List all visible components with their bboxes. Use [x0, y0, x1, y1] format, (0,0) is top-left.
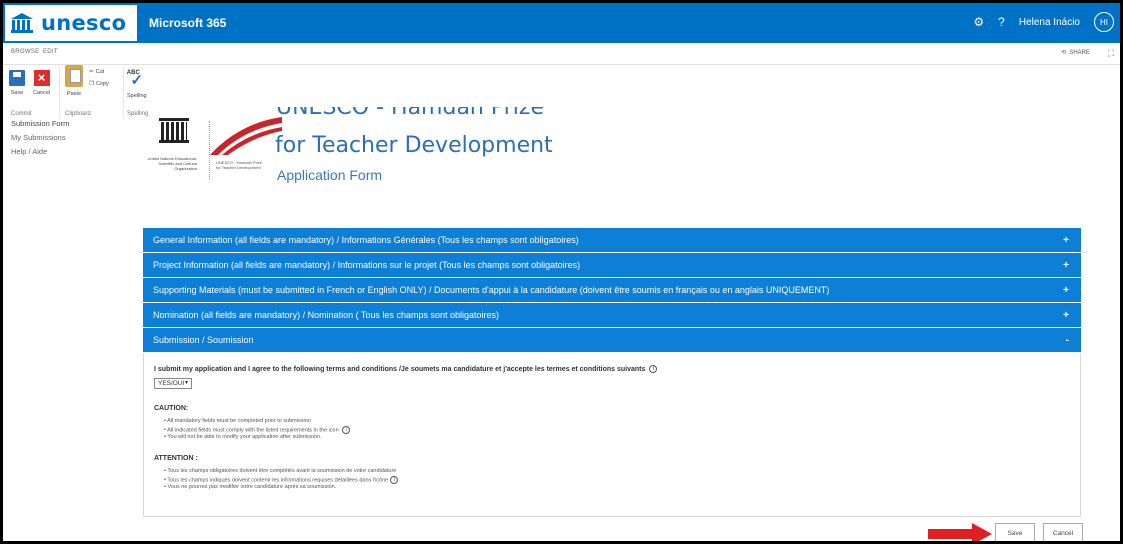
hamdan-prize-logo	[210, 117, 282, 155]
spelling-button[interactable]: ✓ ABC Spelling	[127, 70, 147, 99]
tab-browse[interactable]: BROWSE	[11, 49, 39, 55]
section-label: Nomination (all fields are mandatory) / …	[153, 310, 499, 320]
section-label: Project Information (all fields are mand…	[153, 260, 581, 270]
prize-title-top-text: UNESCO - Hamdan Prize	[276, 107, 544, 120]
cut-icon: ✂	[89, 69, 94, 75]
spelling-abc-text: ABC	[126, 70, 140, 76]
copy-label: Copy	[95, 81, 109, 87]
cut-label: Cut	[95, 69, 105, 75]
nav-item-my-submissions[interactable]: My Submissions	[11, 133, 131, 142]
cancel-ribbon-button[interactable]: × Cancel	[33, 70, 50, 96]
agreement-select-value: YES/OUI	[158, 380, 185, 387]
submission-panel: I submit my application and I agree to t…	[143, 353, 1081, 517]
logo-text: unesco	[41, 11, 127, 35]
form-accordion: General Information (all fields are mand…	[143, 228, 1081, 517]
paste-icon	[65, 65, 83, 87]
ribbon: Save × Cancel Paste ✂ Cut ❐ Copy ✓ ABC Sp…	[3, 65, 1120, 119]
section-label: Submission / Soumission	[153, 335, 254, 345]
ribbon-tabs: BROWSE EDIT ⟲ SHARE ⛶	[3, 43, 1120, 65]
cancel-ribbon-label: Cancel	[33, 90, 51, 96]
chevron-down-icon: ▾	[184, 380, 188, 386]
un-logo: United Nations Educational, Scientific a…	[148, 118, 213, 183]
save-ribbon-label: Save	[10, 90, 24, 96]
save-icon	[9, 70, 25, 86]
unesco-logo[interactable]: unesco	[5, 5, 137, 41]
spelling-label: Spelling	[127, 93, 147, 99]
section-project-information[interactable]: Project Information (all fields are mand…	[143, 253, 1081, 278]
cancel-icon: ×	[33, 70, 50, 86]
group-clipboard: Clipboard	[65, 111, 91, 117]
copy-button[interactable]: ❐ Copy	[89, 81, 109, 87]
share-icon: ⟲	[1061, 50, 1067, 56]
agreement-select[interactable]: YES/OUI ▾	[154, 378, 192, 389]
help-icon[interactable]: ?	[998, 15, 1005, 29]
section-label: General Information (all fields are mand…	[153, 235, 579, 245]
caution-title: CAUTION:	[154, 405, 189, 412]
gear-icon[interactable]: ⚙	[973, 15, 984, 29]
group-commit: Commit	[11, 111, 32, 117]
page-frame: unesco Microsoft 365 ⚙ ? Helena Inácio H…	[3, 3, 1120, 541]
suite-title[interactable]: Microsoft 365	[149, 16, 226, 30]
cancel-button[interactable]: Cancel	[1043, 523, 1083, 541]
section-submission[interactable]: Submission / Soumission -	[143, 328, 1081, 353]
info-icon[interactable]: i	[342, 425, 351, 434]
red-arrow-icon	[928, 523, 992, 541]
nav-item-submission-form[interactable]: Submission Form	[11, 119, 131, 128]
section-supporting-materials[interactable]: Supporting Materials (must be submitted …	[143, 278, 1081, 303]
paste-label: Paste	[66, 91, 82, 97]
collapse-icon[interactable]: -	[1066, 335, 1069, 346]
user-name[interactable]: Helena Inácio	[1019, 17, 1080, 28]
info-icon[interactable]: i	[390, 475, 399, 484]
terms-statement: I submit my application and I agree to t…	[154, 365, 658, 373]
spelling-icon: ✓ ABC	[127, 70, 145, 89]
form-subtitle: Application Form	[277, 167, 383, 183]
section-label: Supporting Materials (must be submitted …	[153, 285, 830, 295]
save-ribbon-button[interactable]: Save	[9, 70, 25, 96]
expand-icon[interactable]: +	[1063, 310, 1069, 321]
expand-icon[interactable]: +	[1063, 260, 1069, 271]
left-nav: Submission Form My Submissions Help / Ai…	[11, 119, 131, 161]
group-spelling: Spelling	[127, 111, 149, 117]
list-item: Tous les champs indiqués doivent conteni…	[164, 475, 399, 485]
save-button[interactable]: Save	[995, 523, 1035, 541]
paste-button[interactable]: Paste	[65, 65, 83, 97]
attention-list: Tous les champs obligatoires doivent êtr…	[164, 468, 399, 492]
focus-mode-icon[interactable]: ⛶	[1108, 48, 1114, 59]
un-logo-text: United Nations Educational, Scientific a…	[147, 156, 197, 171]
caution-list: All mandatory fields must be completed p…	[164, 418, 351, 442]
unesco-temple-icon-large	[159, 118, 189, 144]
attention-title: ATTENTION :	[154, 455, 198, 462]
list-item: All indicated fields must comply with th…	[164, 425, 351, 435]
terms-text: I submit my application and I agree to t…	[154, 365, 646, 373]
list-item: Tous les champs obligatoires doivent êtr…	[164, 468, 398, 476]
cut-button[interactable]: ✂ Cut	[89, 69, 104, 75]
expand-icon[interactable]: +	[1063, 285, 1069, 296]
tab-edit[interactable]: EDIT	[43, 49, 58, 55]
share-label: SHARE	[1069, 49, 1090, 56]
expand-icon[interactable]: +	[1063, 235, 1069, 246]
unesco-temple-icon	[11, 13, 33, 33]
prize-title-top: UNESCO - Hamdan Prize	[276, 107, 544, 121]
section-general-information[interactable]: General Information (all fields are mand…	[143, 228, 1081, 253]
list-item: All mandatory fields must be completed p…	[164, 418, 350, 426]
info-icon[interactable]: i	[649, 365, 658, 373]
prize-logo-text: UNESCO - Hamdan Prize for Teacher Develo…	[216, 160, 263, 170]
avatar[interactable]: HI	[1094, 12, 1114, 32]
copy-icon: ❐	[89, 81, 94, 87]
list-item: You will not be able to modify your appl…	[164, 434, 350, 442]
share-button[interactable]: ⟲ SHARE	[1061, 49, 1090, 57]
nav-item-help[interactable]: Help / Aide	[11, 147, 131, 156]
section-nomination[interactable]: Nomination (all fields are mandatory) / …	[143, 303, 1081, 328]
prize-title: for Teacher Development	[275, 133, 553, 158]
suite-bar: unesco Microsoft 365 ⚙ ? Helena Inácio H…	[3, 3, 1120, 43]
list-item: Vous ne pourrez pas modifier votre candi…	[164, 484, 398, 492]
